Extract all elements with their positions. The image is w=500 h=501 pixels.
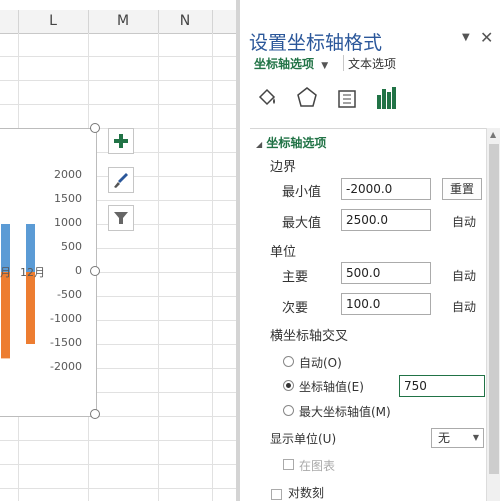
y-tick-label: 1500 — [54, 192, 82, 205]
tab-separator — [343, 55, 344, 71]
maximum-label: 最大值 — [282, 216, 322, 231]
y-tick-label: -500 — [57, 288, 82, 301]
column-header-n[interactable]: N — [158, 10, 213, 33]
column-headers: L M N — [0, 10, 236, 34]
horizontal-axis-crosses-label: 横坐标轴交叉 — [270, 329, 349, 344]
pane-scrollbar[interactable]: ▲ — [486, 128, 500, 501]
grid-line — [0, 80, 236, 81]
option-icon-row — [240, 83, 500, 119]
display-units-label: 显示单位(U) — [270, 432, 337, 446]
top-strip — [0, 0, 236, 10]
format-axis-pane: 设置坐标轴格式 ▼ ✕ 坐标轴选项 ▼ 文本选项 ◢ 坐标轴选项 边界 最小值 … — [240, 0, 500, 501]
y-tick-label: -1500 — [50, 336, 82, 349]
radio-max-axis-value[interactable] — [283, 405, 294, 416]
minimum-label: 最小值 — [282, 185, 322, 200]
column-header-l[interactable]: L — [18, 10, 89, 33]
tab-axis-options[interactable]: 坐标轴选项 ▼ — [254, 55, 328, 72]
effects-button[interactable] — [292, 83, 322, 113]
grid-line — [0, 488, 236, 489]
spreadsheet[interactable]: L M N 月 12月 2000 1500 1000 500 0 -500 -1000 -15… — [0, 0, 236, 501]
grid-line — [0, 104, 236, 105]
y-tick-label: -2000 — [50, 360, 82, 373]
maximum-auto-label[interactable]: 自动 — [452, 213, 476, 230]
bounds-label: 边界 — [270, 160, 297, 175]
y-tick-label: 1000 — [54, 216, 82, 229]
section-axis-options-label: 坐标轴选项 — [266, 136, 327, 150]
chart-filters-button[interactable] — [108, 205, 134, 231]
fill-line-button[interactable] — [252, 83, 282, 113]
chevron-down-icon: ▼ — [321, 61, 329, 71]
grid-line — [0, 464, 236, 465]
section-divider — [250, 128, 498, 129]
plus-icon — [114, 134, 128, 148]
size-properties-icon — [338, 90, 356, 108]
display-units-value: 无 — [438, 431, 451, 445]
y-tick-label: 500 — [61, 240, 82, 253]
log-scale-label: 对数刻 — [288, 486, 325, 500]
size-properties-button[interactable] — [332, 83, 362, 113]
scroll-thumb[interactable] — [489, 144, 499, 474]
section-axis-options[interactable]: ◢ 坐标轴选项 — [256, 134, 326, 151]
grid-line — [0, 56, 236, 57]
chart-resize-handle-bottom-right[interactable] — [90, 409, 100, 419]
radio-max-axis-value-label[interactable]: 最大坐标轴值(M) — [299, 403, 391, 420]
grid-line — [0, 440, 236, 441]
y-tick-label: 0 — [75, 264, 82, 277]
radio-auto-label[interactable]: 自动(O) — [299, 354, 342, 371]
show-units-label: 在图表 — [299, 459, 336, 473]
major-unit-input[interactable]: 500.0 — [341, 262, 431, 284]
brush-icon — [114, 173, 128, 188]
minor-auto-label[interactable]: 自动 — [452, 298, 476, 315]
minor-unit-input[interactable]: 100.0 — [341, 293, 431, 315]
pane-options-icon[interactable]: ▼ — [462, 32, 470, 43]
y-tick-label: 2000 — [54, 168, 82, 181]
close-icon[interactable]: ✕ — [480, 28, 493, 47]
chart-resize-handle-right[interactable] — [90, 266, 100, 276]
units-label: 单位 — [270, 245, 297, 260]
minor-unit-label: 次要 — [282, 301, 309, 316]
minimum-input[interactable]: -2000.0 — [341, 178, 431, 200]
y-tick-label: -1000 — [50, 312, 82, 325]
radio-axis-value-label[interactable]: 坐标轴值(E) — [299, 378, 364, 395]
filter-icon — [114, 212, 128, 224]
log-scale-checkbox[interactable] — [271, 489, 282, 500]
bar-chart-icon — [377, 87, 396, 109]
axis-value-input[interactable]: 750 — [399, 375, 485, 397]
pane-title: 设置坐标轴格式 — [249, 32, 383, 54]
pentagon-icon — [297, 87, 317, 107]
radio-axis-value[interactable] — [283, 380, 294, 391]
reset-button[interactable]: 重置 — [442, 178, 482, 200]
tab-axis-options-label: 坐标轴选项 — [254, 57, 315, 71]
tab-text-options[interactable]: 文本选项 — [348, 55, 396, 72]
display-units-select[interactable]: 无 ▼ — [431, 428, 484, 448]
axis-options-button[interactable] — [372, 83, 402, 113]
chart-styles-button[interactable] — [108, 167, 134, 193]
category-label-nov: 月 — [0, 266, 11, 279]
column-header-prev[interactable] — [0, 10, 19, 33]
major-auto-label[interactable]: 自动 — [452, 267, 476, 284]
show-units-checkbox[interactable] — [283, 459, 294, 470]
chart-elements-button[interactable] — [108, 128, 134, 154]
paint-bucket-icon — [258, 88, 276, 106]
bar-series-1-0[interactable] — [1, 272, 10, 359]
chart-resize-handle-top-right[interactable] — [90, 123, 100, 133]
column-header-m[interactable]: M — [88, 10, 159, 33]
maximum-input[interactable]: 2500.0 — [341, 209, 431, 231]
major-unit-label: 主要 — [282, 270, 309, 285]
bar-series-1-1[interactable] — [26, 272, 35, 344]
scroll-up-icon[interactable]: ▲ — [490, 130, 496, 139]
radio-auto[interactable] — [283, 356, 294, 367]
chevron-down-icon: ▼ — [472, 433, 479, 442]
collapse-triangle-icon: ◢ — [256, 140, 263, 149]
